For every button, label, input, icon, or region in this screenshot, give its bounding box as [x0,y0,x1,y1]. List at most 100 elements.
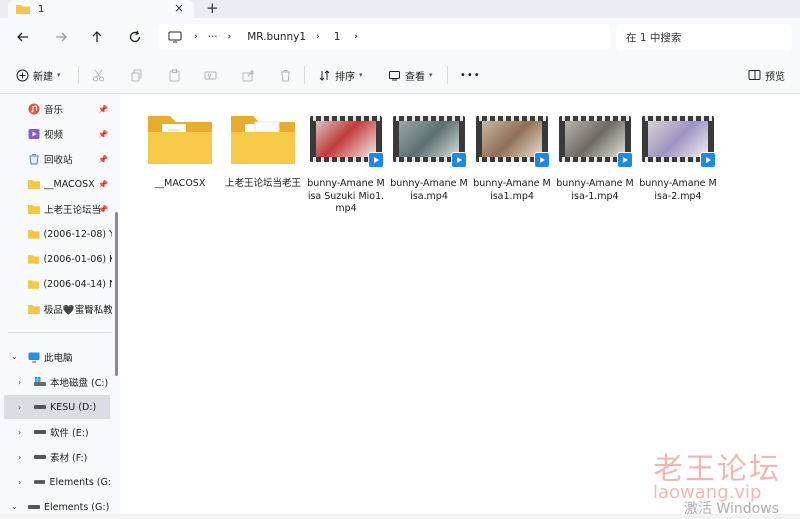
plus-circle-icon [16,69,29,81]
activate-windows-text: 激活 Windows [684,501,779,517]
sidebar-item-folder[interactable]: 上老王论坛当 📌 [0,197,112,221]
new-tab-button[interactable]: + [206,0,219,17]
drive-icon [34,480,46,484]
search-placeholder: 在 1 中搜索 [626,31,682,44]
sidebar-item-folder[interactable]: (2006-04-14) N [0,272,112,296]
divider [304,66,305,84]
file-item-video[interactable]: bunny-Amane Misa.mp4 [389,112,469,203]
view-icon [389,70,400,80]
close-icon[interactable]: × [174,1,184,15]
folder-icon [16,5,30,14]
share-button[interactable] [242,56,255,94]
forward-button[interactable] [50,26,72,48]
file-name: bunny-Amane Misa Suzuki Mio1.mp4 [307,178,385,214]
file-item-video[interactable]: bunny-Amane Misa1.mp4 [472,112,552,203]
sidebar-item-label: 音乐 [44,105,64,116]
drive-icon [28,505,40,509]
chevron-down-icon[interactable]: ⌄ [11,502,18,511]
sort-button[interactable]: 排序 ▾ [318,56,363,94]
file-item-folder[interactable]: __MACOSX [140,112,220,191]
sidebar-item-label: 极品🖤蜜臀私教 [43,305,112,316]
tab-title: 1 [38,3,45,15]
breadcrumb-item[interactable]: MR.bunny1 [247,31,306,43]
file-item-video[interactable]: bunny-Amane Misa-2.mp4 [638,112,718,203]
copy-button[interactable] [130,56,143,94]
play-badge-icon [368,152,384,168]
chevron-right-icon[interactable]: › [18,378,21,387]
sidebar-item-folder[interactable]: __MACOSX 📌 [0,172,112,196]
file-item-video[interactable]: bunny-Amane Misa-1.mp4 [555,112,635,203]
view-button[interactable]: 查看 ▾ [388,56,433,94]
sidebar-item-label: 素材 (F:) [50,453,88,464]
chevron-right-icon[interactable]: › [194,32,198,42]
tab-bar: 1 × + [0,0,800,18]
chevron-right-icon[interactable]: › [18,428,21,437]
sidebar-item-label: Elements (G:) [44,501,110,513]
sidebar-item-drive-f[interactable]: 素材 (F:) [0,445,112,469]
sidebar-item-label: Elements (G:) [49,476,112,488]
folder-icon [28,305,40,314]
tab-current[interactable]: 1 × [8,0,194,18]
rename-icon [204,71,217,79]
monitor-icon [168,31,182,43]
more-options-button[interactable]: ••• [460,56,481,94]
up-button[interactable] [86,26,108,48]
new-label: 新建 [33,71,53,83]
chevron-down-icon: ▾ [57,71,61,79]
chevron-right-icon[interactable]: › [18,453,21,462]
folder-icon [227,112,299,168]
music-icon [28,103,40,115]
divider [78,66,79,84]
file-name: bunny-Amane Misa1.mp4 [473,178,551,202]
address-bar[interactable]: › ··· › MR.bunny1 › 1 › [158,24,610,50]
view-label: 查看 [405,71,425,83]
chevron-right-icon[interactable]: › [18,478,21,487]
chevron-right-icon[interactable]: › [316,32,320,42]
folder-icon [28,280,40,289]
breadcrumb-more[interactable]: ··· [208,31,218,43]
cut-button[interactable] [92,56,105,94]
drive-icon [34,430,46,434]
preview-label: 预览 [765,71,785,83]
file-name: 上老王论坛当老王 [224,178,301,189]
sidebar-item-recycle-bin[interactable]: 回收站 📌 [0,147,112,171]
sidebar-item-music[interactable]: 音乐 📌 [0,97,112,121]
preview-button[interactable]: 预览 [748,56,785,94]
sidebar-item-drive-g[interactable]: Elements (G:) [0,470,112,494]
new-button[interactable]: 新建 ▾ [16,56,61,94]
sidebar-item-folder[interactable]: (2006-12-08) Y [0,222,112,246]
delete-button[interactable] [279,56,292,94]
sort-icon [319,69,330,81]
pin-icon: 📌 [98,204,108,214]
copy-icon [131,69,142,81]
arrow-right-icon [56,32,67,42]
chevron-right-icon[interactable]: › [228,32,232,42]
chevron-down-icon[interactable]: ⌄ [11,352,18,361]
paste-button[interactable] [168,56,181,94]
file-name: bunny-Amane Misa.mp4 [390,178,468,202]
sidebar-item-folder[interactable]: 极品🖤蜜臀私教 [0,297,112,321]
search-input[interactable]: 在 1 中搜索 [616,24,792,50]
file-item-folder[interactable]: 上老王论坛当老王 [223,112,303,191]
file-name: __MACOSX [154,178,206,189]
sidebar-item-label: 回收站 [44,155,73,166]
back-button[interactable] [12,26,34,48]
sidebar-item-label: 软件 (E:) [50,428,89,439]
chevron-right-icon[interactable]: › [18,403,21,412]
breadcrumb-item[interactable]: 1 [334,31,341,43]
file-item-video[interactable]: bunny-Amane Misa Suzuki Mio1.mp4 [306,112,386,216]
scrollbar-thumb[interactable] [115,212,118,376]
sidebar-item-drive-c[interactable]: 本地磁盘 (C:) [0,370,112,394]
play-badge-icon [617,152,633,168]
refresh-button[interactable] [124,26,146,48]
chevron-right-icon[interactable]: › [354,32,358,42]
arrow-up-icon [92,31,102,42]
folder-icon [28,180,40,189]
sidebar-item-videos[interactable]: 视频 📌 [0,122,112,146]
sidebar-item-folder[interactable]: (2006-01-06) K [0,247,112,271]
pin-icon: 📌 [98,104,108,114]
rename-button[interactable] [204,56,217,94]
sidebar-item-label: 本地磁盘 (C:) [50,378,109,389]
sidebar-item-label: __MACOSX [44,178,95,190]
sidebar-item-drive-e[interactable]: 软件 (E:) [0,420,112,444]
